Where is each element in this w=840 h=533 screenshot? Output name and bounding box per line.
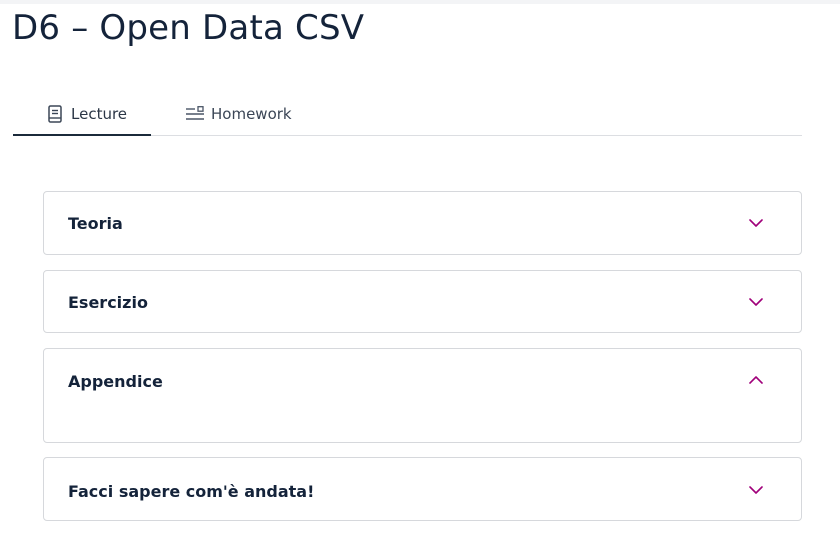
tab-bar: Lecture Homework [13,93,802,136]
page-title: D6 – Open Data CSV [12,8,365,48]
accordion-title: Esercizio [68,293,148,312]
book-icon [45,104,65,124]
tab-lecture[interactable]: Lecture [13,93,151,136]
top-bar [0,0,840,4]
chevron-down-icon[interactable] [747,214,765,232]
accordion-title: Facci sapere com'è andata! [68,482,315,501]
tab-homework[interactable]: Homework [183,93,313,135]
chevron-down-icon[interactable] [747,481,765,499]
accordion-title: Appendice [68,372,163,391]
list-icon [185,104,205,124]
accordion-esercizio[interactable]: Esercizio [43,270,802,333]
chevron-down-icon[interactable] [747,293,765,311]
tab-lecture-label: Lecture [71,105,128,123]
accordion-title: Teoria [68,214,123,233]
accordion-teoria[interactable]: Teoria [43,191,802,255]
chevron-up-icon[interactable] [747,371,765,389]
accordion-appendice[interactable]: Appendice [43,348,802,443]
tab-homework-label: Homework [211,105,292,123]
accordion-feedback[interactable]: Facci sapere com'è andata! [43,457,802,521]
